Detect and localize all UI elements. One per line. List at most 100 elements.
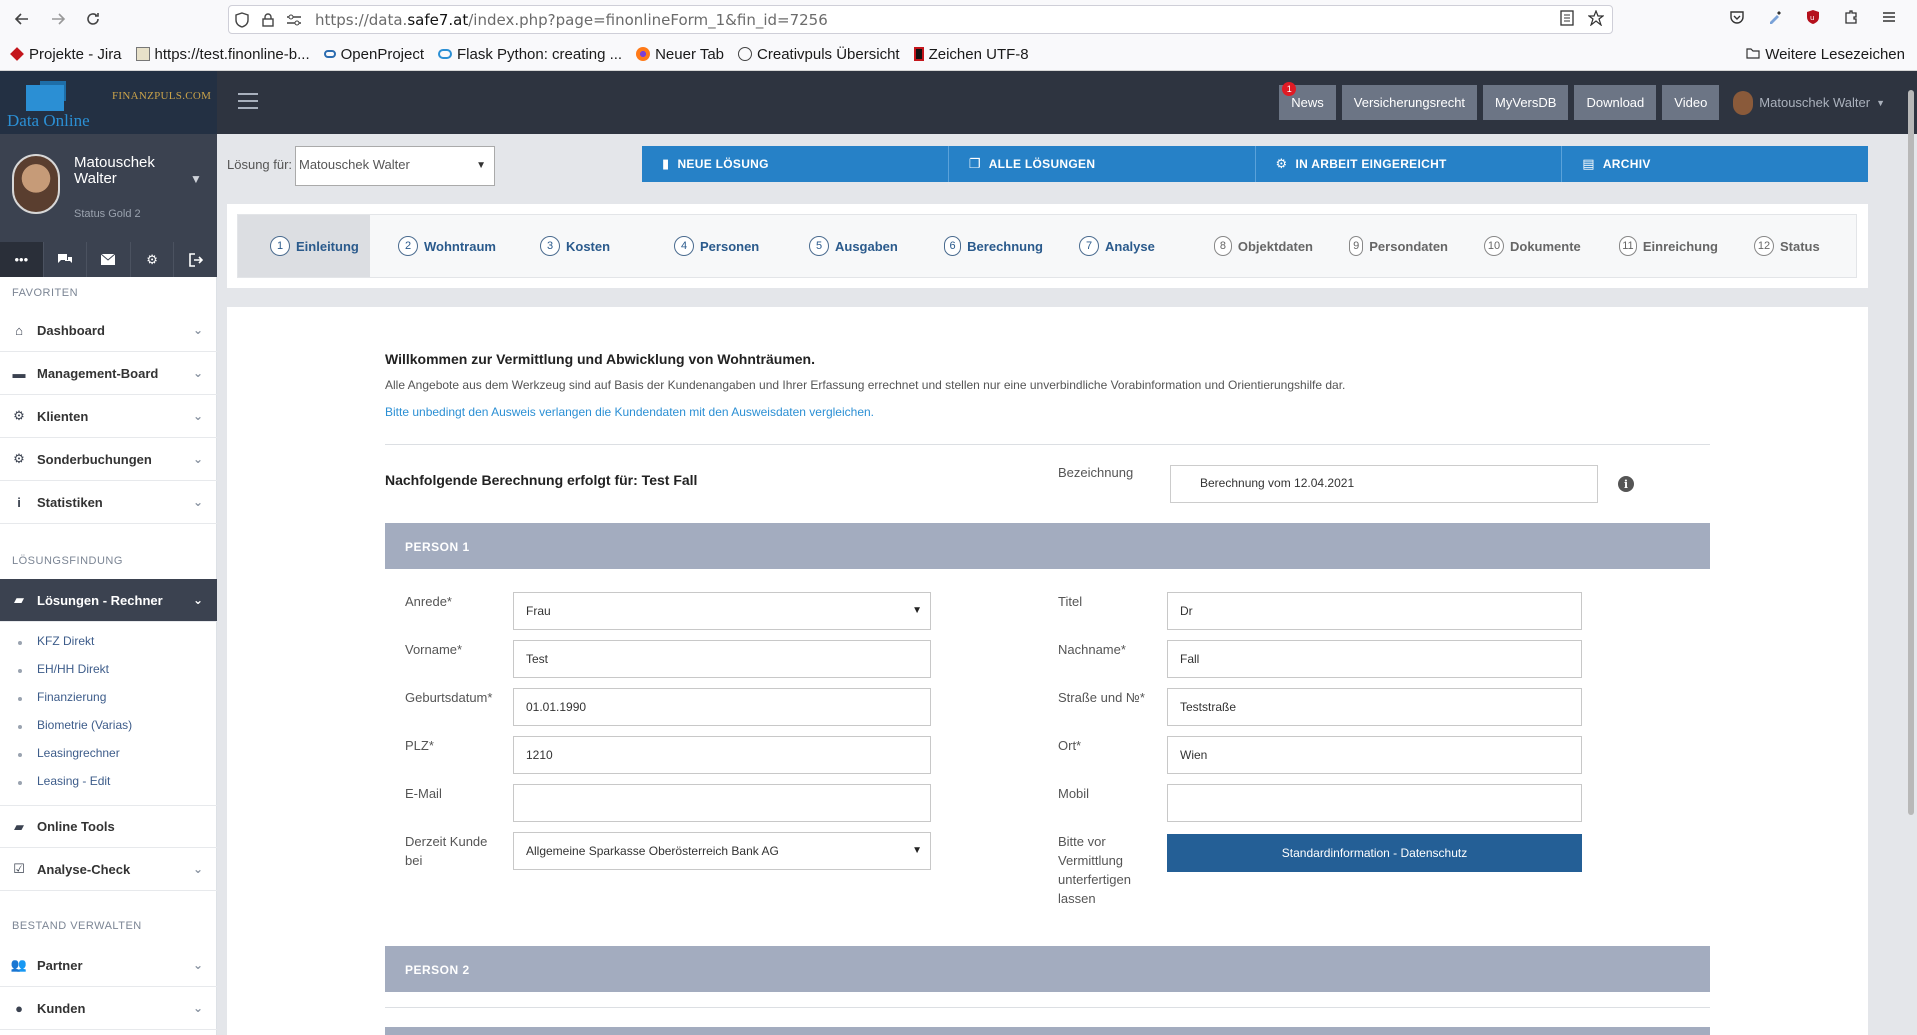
mobil-input[interactable]	[1167, 784, 1582, 822]
titel-input[interactable]: Dr	[1167, 592, 1582, 630]
permissions-icon[interactable]	[281, 14, 307, 26]
profile-status: Status Gold 2	[74, 208, 141, 220]
bookmark-item[interactable]: Neuer Tab	[636, 46, 724, 63]
logo-text: Data Online	[7, 111, 90, 130]
step-dokumente[interactable]: 10 Dokumente	[1448, 215, 1583, 277]
folder-icon	[1746, 46, 1760, 63]
step-analyse[interactable]: 7 Analyse	[1043, 215, 1178, 277]
sidebar-item-online-tools[interactable]: ▰ Online Tools	[0, 805, 217, 848]
sidebar-subitem-ehhh[interactable]: EH/HH Direkt	[37, 662, 109, 676]
bullet-icon	[18, 669, 22, 673]
sidebar-item-klienten[interactable]: ⚙ Klienten ⌄	[0, 395, 217, 438]
archiv-button[interactable]: ▤ ARCHIV	[1562, 146, 1868, 182]
strasse-input[interactable]: Teststraße	[1167, 688, 1582, 726]
profile-name[interactable]: Matouschek Walter	[74, 155, 155, 187]
video-button[interactable]: Video	[1662, 85, 1720, 120]
anrede-select[interactable]: Frau ▼	[513, 592, 931, 630]
chevron-down-icon: ⌄	[192, 409, 203, 423]
lock-icon[interactable]	[255, 12, 281, 27]
chat-icon[interactable]	[42, 242, 87, 277]
sidebar-subitem-finanzierung[interactable]: Finanzierung	[37, 690, 106, 704]
myversdb-button[interactable]: MyVersDB	[1483, 85, 1569, 120]
step-objektdaten[interactable]: 8 Objektdaten	[1178, 215, 1313, 277]
extensions-icon[interactable]	[1843, 9, 1859, 25]
step-status[interactable]: 12 Status	[1718, 215, 1838, 277]
news-button[interactable]: 1 News	[1279, 82, 1336, 120]
in-arbeit-button[interactable]: ⚙ IN ARBEIT EINGEREICHT	[1256, 146, 1563, 182]
step-ausgaben[interactable]: 5 Ausgaben	[773, 215, 908, 277]
user-menu[interactable]: Matouschek Walter ▼	[1733, 85, 1885, 120]
back-icon[interactable]	[2, 0, 42, 38]
nachname-input[interactable]: Fall	[1167, 640, 1582, 678]
bullet-icon	[18, 641, 22, 645]
pocket-icon[interactable]	[1729, 9, 1745, 25]
bookmark-item[interactable]: Zeichen UTF-8	[913, 46, 1029, 63]
bullet-icon	[18, 753, 22, 757]
sidebar-item-analyse-check[interactable]: ☑ Analyse-Check ⌄	[0, 848, 217, 891]
more-icon[interactable]: •••	[0, 242, 43, 277]
step-wohntraum[interactable]: 2 Wohntraum	[370, 215, 504, 277]
eyedropper-icon[interactable]	[1767, 9, 1783, 25]
other-bookmarks[interactable]: Weitere Lesezeichen	[1746, 46, 1905, 63]
plz-input[interactable]: 1210	[513, 736, 931, 774]
person-2-header[interactable]: PERSON 2	[385, 946, 1710, 992]
step-einleitung[interactable]: 1 Einleitung	[238, 215, 370, 277]
email-input[interactable]	[513, 784, 931, 822]
neue-loesung-button[interactable]: ▮ NEUE LÖSUNG	[642, 146, 949, 182]
datenschutz-button[interactable]: Standardinformation - Datenschutz	[1167, 834, 1582, 872]
versicherungsrecht-button[interactable]: Versicherungsrecht	[1341, 85, 1478, 120]
step-wizard: 1 Einleitung 2 Wohntraum 3 Kosten 4 Personen…	[227, 204, 1868, 288]
bookmark-item[interactable]: https://test.finonline-b...	[135, 46, 310, 63]
step-persondaten[interactable]: 9 Persondaten	[1313, 215, 1448, 277]
forward-icon[interactable]	[38, 0, 78, 38]
bookmark-item[interactable]: Creativpuls Übersicht	[738, 46, 900, 63]
sidebar-item-partner[interactable]: 👥 Partner ⌄	[0, 944, 217, 987]
sidebar-subitem-leasingrechner[interactable]: Leasingrechner	[37, 746, 120, 760]
menu-icon[interactable]	[1881, 9, 1897, 25]
sidebar-item-sonderbuchungen[interactable]: ⚙ Sonderbuchungen ⌄	[0, 438, 217, 481]
sidebar-item-loesungen-rechner[interactable]: ▰ Lösungen - Rechner ⌄	[0, 579, 217, 622]
reload-icon[interactable]	[73, 0, 113, 38]
ort-input[interactable]: Wien	[1167, 736, 1582, 774]
bezeichnung-input[interactable]: Berechnung vom 12.04.2021	[1170, 465, 1598, 503]
bookmark-item[interactable]: Projekte - Jira	[10, 46, 122, 63]
sidebar-item-dashboard[interactable]: ⌂ Dashboard ⌄	[0, 309, 217, 352]
bookmark-item[interactable]: Flask Python: creating ...	[438, 46, 622, 63]
logo[interactable]: Data Online FINANZPULS.COM	[0, 71, 217, 134]
sidebar-subitem-biometrie[interactable]: Biometrie (Varias)	[37, 718, 132, 732]
step-berechnung[interactable]: 6 Berechnung	[908, 215, 1043, 277]
alle-loesungen-button[interactable]: ❐ ALLE LÖSUNGEN	[949, 146, 1256, 182]
chevron-down-icon: ⌄	[192, 366, 203, 380]
sidebar-item-management-board[interactable]: ▬ Management-Board ⌄	[0, 352, 217, 395]
sidebar-subitem-leasing-edit[interactable]: Leasing - Edit	[37, 774, 110, 788]
step-einreichung[interactable]: 11 Einreichung	[1583, 215, 1718, 277]
logout-icon[interactable]	[173, 242, 217, 277]
page-scrollbar[interactable]	[1908, 90, 1914, 815]
sidebar: Matouschek Walter ▼ Status Gold 2 ••• ⚙ F…	[0, 134, 217, 1035]
shield-icon[interactable]	[229, 11, 255, 28]
reader-view-icon[interactable]	[1560, 10, 1574, 29]
bookmark-star-icon[interactable]	[1587, 9, 1605, 29]
hamburger-menu-icon[interactable]	[238, 93, 258, 109]
download-button[interactable]: Download	[1574, 85, 1657, 120]
sidebar-subitem-kfz[interactable]: KFZ Direkt	[37, 634, 94, 648]
url-text[interactable]: https://data.safe7.at/index.php?page=fin…	[315, 11, 828, 29]
loesung-select[interactable]: Matouschek Walter ▼	[295, 146, 495, 186]
bookmarks-bar: Projekte - Jira https://test.finonline-b…	[0, 38, 1917, 71]
sidebar-item-statistiken[interactable]: i Statistiken ⌄	[0, 481, 217, 524]
vorname-input[interactable]: Test	[513, 640, 931, 678]
step-kosten[interactable]: 3 Kosten	[504, 215, 638, 277]
bookmark-item[interactable]: OpenProject	[323, 46, 424, 63]
mail-icon[interactable]	[86, 242, 130, 277]
info-icon[interactable]: i	[1618, 476, 1634, 492]
step-personen[interactable]: 4 Personen	[638, 215, 773, 277]
geburtsdatum-input[interactable]: 01.01.1990	[513, 688, 931, 726]
person-1-header[interactable]: PERSON 1	[385, 523, 1710, 569]
gear-icon[interactable]: ⚙	[129, 242, 174, 277]
ublock-icon[interactable]: u	[1805, 9, 1821, 25]
kunde-select[interactable]: Allgemeine Sparkasse Oberösterreich Bank…	[513, 832, 931, 870]
chevron-down-icon[interactable]: ▼	[190, 172, 202, 186]
section-loesungsfindung: LÖSUNGSFINDUNG	[12, 555, 123, 567]
sidebar-item-kunden[interactable]: ● Kunden ⌄	[0, 987, 217, 1030]
url-bar[interactable]: https://data.safe7.at/index.php?page=fin…	[228, 5, 1613, 34]
